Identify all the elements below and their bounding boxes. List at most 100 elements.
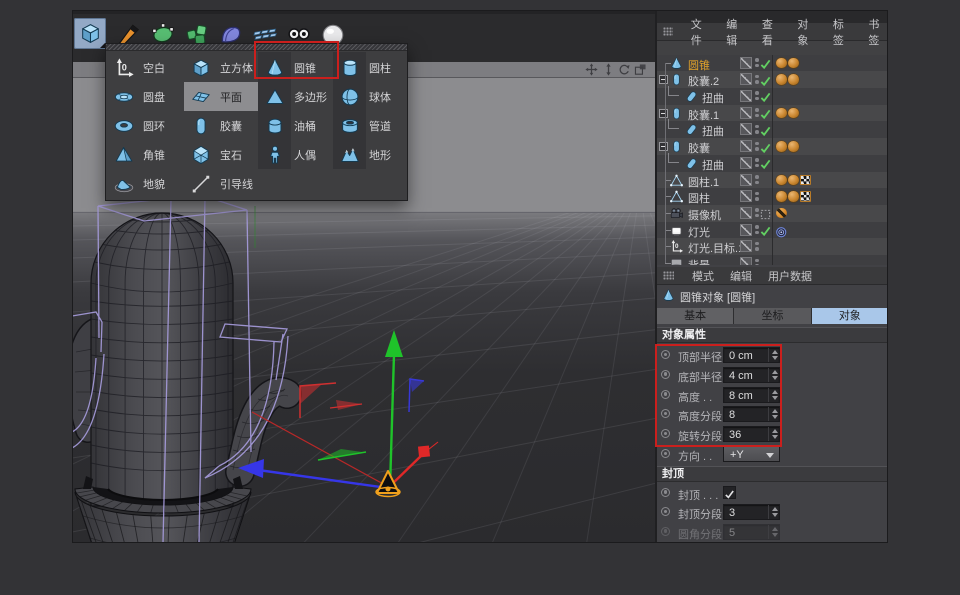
number-input-高度[interactable]: 8 cm: [723, 387, 780, 403]
orange-tag-icon[interactable]: [776, 175, 787, 186]
render-visibility-dot[interactable]: [755, 147, 759, 151]
editor-visibility-dot[interactable]: [755, 225, 759, 229]
keyframe-circle-icon[interactable]: [661, 390, 670, 399]
viewport-pan-icon[interactable]: [585, 63, 599, 77]
number-input-高度分段[interactable]: 8: [723, 406, 780, 422]
menu-item-gem[interactable]: 宝石: [184, 140, 258, 169]
menu-item-cone[interactable]: 圆锥: [258, 53, 333, 82]
object-name[interactable]: 圆柱.1: [688, 174, 719, 190]
checker-tag-icon[interactable]: [800, 191, 811, 202]
orange-tag-icon[interactable]: [776, 74, 787, 85]
expand-toggle[interactable]: [659, 142, 668, 151]
number-input-底部半径[interactable]: 4 cm: [723, 367, 780, 383]
render-visibility-dot[interactable]: [755, 214, 759, 218]
layer-swatch-toggle[interactable]: [740, 73, 752, 85]
menu-item-torus[interactable]: 圆环: [107, 111, 184, 140]
keyframe-circle-icon[interactable]: [661, 527, 670, 536]
field-value[interactable]: 36: [729, 429, 741, 441]
render-visibility-dot[interactable]: [755, 97, 759, 101]
spinner-control[interactable]: [768, 388, 779, 402]
om-menu-查看[interactable]: 查看: [762, 16, 782, 48]
field-value[interactable]: 5: [729, 527, 735, 539]
render-visibility-dot[interactable]: [755, 80, 759, 84]
keyframe-circle-icon[interactable]: [661, 488, 670, 497]
orange-tag-icon[interactable]: [776, 191, 787, 202]
editor-visibility-dot[interactable]: [755, 91, 759, 95]
layer-swatch-toggle[interactable]: [740, 140, 752, 152]
number-input-圆角分段[interactable]: 5: [723, 524, 780, 540]
editor-visibility-dot[interactable]: [755, 58, 759, 62]
object-name[interactable]: 灯光: [688, 224, 710, 240]
field-value[interactable]: 4 cm: [729, 370, 753, 382]
orange-tag-icon[interactable]: [776, 141, 787, 152]
object-name[interactable]: 摄像机: [688, 207, 721, 223]
field-value[interactable]: 0 cm: [729, 350, 753, 362]
orange-tag-icon[interactable]: [788, 74, 799, 85]
object-name[interactable]: 扭曲: [702, 157, 724, 173]
menu-item-landscape[interactable]: 地貌: [107, 169, 184, 198]
checkbox-封顶[interactable]: [723, 486, 736, 499]
object-name[interactable]: 扭曲: [702, 123, 724, 139]
object-name[interactable]: 胶囊: [688, 140, 710, 156]
object-name[interactable]: 灯光.目标.1: [688, 240, 744, 256]
tab-坐标[interactable]: 坐标: [734, 308, 810, 324]
viewport-rotate-icon[interactable]: [618, 63, 632, 77]
tab-对象[interactable]: 对象: [812, 308, 888, 324]
spinner-control[interactable]: [768, 427, 779, 441]
om-menu-书签[interactable]: 书签: [868, 16, 888, 48]
spinner-control[interactable]: [768, 368, 779, 382]
toolbar-button-cube-primitives[interactable]: [74, 18, 106, 49]
editor-visibility-dot[interactable]: [755, 175, 759, 179]
target-tag-icon[interactable]: [776, 225, 787, 236]
menu-item-guideline[interactable]: 引导线: [184, 169, 258, 198]
editor-visibility-dot[interactable]: [755, 192, 759, 196]
menu-item-figure[interactable]: 人偶: [258, 140, 333, 169]
number-input-旋转分段[interactable]: 36: [723, 426, 780, 442]
field-value[interactable]: 8: [729, 409, 735, 421]
menu-item-plane[interactable]: 平面: [184, 82, 258, 111]
orange-tag-icon[interactable]: [776, 58, 787, 69]
object-name[interactable]: 扭曲: [702, 90, 724, 106]
menu-item-pyramid[interactable]: 角锥: [107, 140, 184, 169]
editor-visibility-dot[interactable]: [755, 242, 759, 246]
object-name[interactable]: 胶囊.1: [688, 107, 719, 123]
menu-item-null-axis[interactable]: 0空白: [107, 53, 184, 82]
panel-divider[interactable]: [655, 10, 657, 543]
layer-swatch-toggle[interactable]: [740, 107, 752, 119]
orange-tag-icon[interactable]: [776, 108, 787, 119]
menu-item-oiltank[interactable]: 油桶: [258, 111, 333, 140]
layer-swatch-toggle[interactable]: [740, 90, 752, 102]
layer-swatch-toggle[interactable]: [740, 157, 752, 169]
field-value[interactable]: 3: [729, 507, 735, 519]
menu-item-cube[interactable]: 立方体: [184, 53, 258, 82]
render-visibility-dot[interactable]: [755, 64, 759, 68]
number-input-顶部半径[interactable]: 0 cm: [723, 347, 780, 363]
am-menu-模式[interactable]: 模式: [692, 268, 714, 284]
layer-swatch-toggle[interactable]: [740, 240, 752, 252]
keyframe-circle-icon[interactable]: [661, 449, 670, 458]
render-visibility-dot[interactable]: [755, 130, 759, 134]
render-visibility-dot[interactable]: [755, 181, 759, 185]
editor-visibility-dot[interactable]: [755, 259, 759, 263]
tab-基本[interactable]: 基本: [657, 308, 733, 324]
viewport-toggle-view-icon[interactable]: [634, 63, 648, 77]
editor-visibility-dot[interactable]: [755, 142, 759, 146]
dropdown-方向[interactable]: +Y: [723, 446, 780, 462]
render-visibility-dot[interactable]: [755, 164, 759, 168]
spinner-control[interactable]: [768, 348, 779, 362]
orange-tag-icon[interactable]: [788, 141, 799, 152]
expand-toggle[interactable]: [659, 75, 668, 84]
orange-tag-icon[interactable]: [788, 108, 799, 119]
layer-swatch-toggle[interactable]: [740, 190, 752, 202]
editor-visibility-dot[interactable]: [755, 208, 759, 212]
keyframe-circle-icon[interactable]: [661, 350, 670, 359]
field-value[interactable]: 8 cm: [729, 390, 753, 402]
editor-visibility-dot[interactable]: [755, 158, 759, 162]
menu-item-sphere[interactable]: 球体: [333, 82, 409, 111]
om-menu-标签[interactable]: 标签: [833, 16, 853, 48]
menu-item-terrain[interactable]: 地形: [333, 140, 409, 169]
menu-item-capsule[interactable]: 胶囊: [184, 111, 258, 140]
layer-swatch-toggle[interactable]: [740, 123, 752, 135]
spinner-control[interactable]: [768, 407, 779, 421]
editor-visibility-dot[interactable]: [755, 108, 759, 112]
